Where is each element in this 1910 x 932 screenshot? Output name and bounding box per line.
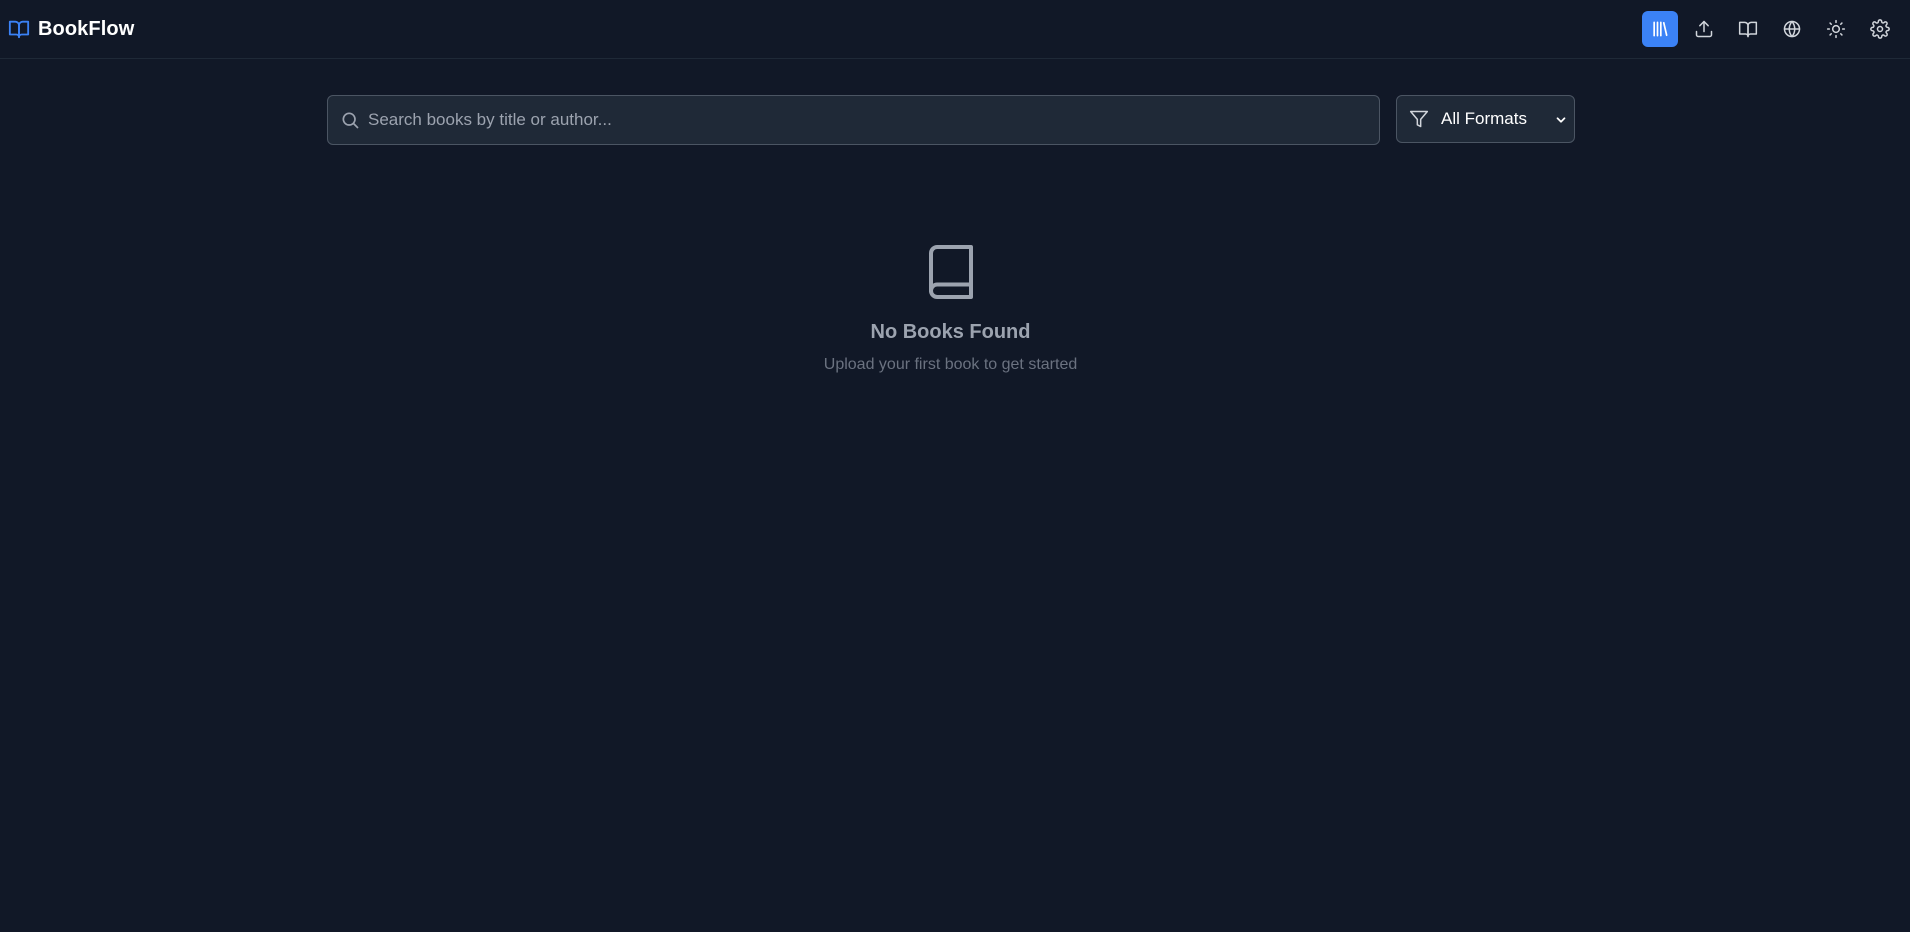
top-bar: BookFlow [0,0,1910,59]
book-open-icon [1738,19,1758,39]
gear-icon [1870,19,1890,39]
header-nav [1642,11,1898,47]
search-box [327,95,1380,145]
language-button[interactable] [1774,11,1810,47]
book-icon [921,240,981,304]
filter-icon [1409,109,1429,129]
empty-state: No Books Found Upload your first book to… [0,240,1901,374]
globe-icon [1782,19,1802,39]
book-open-logo-icon [8,18,30,40]
settings-button[interactable] [1862,11,1898,47]
upload-icon [1694,19,1714,39]
upload-button[interactable] [1686,11,1722,47]
library-toolbar: All Formats [327,95,1575,145]
search-icon [340,110,360,130]
reader-button[interactable] [1730,11,1766,47]
format-filter-value: All Formats [1441,109,1527,128]
library-icon [1650,19,1670,39]
brand[interactable]: BookFlow [8,18,134,41]
format-filter-select[interactable]: All Formats [1396,95,1575,143]
sun-icon [1826,19,1846,39]
empty-state-subtitle: Upload your first book to get started [823,356,1078,373]
library-button[interactable] [1642,11,1678,47]
app-name: BookFlow [38,17,135,40]
chevron-down-icon [1554,113,1568,127]
theme-toggle-button[interactable] [1818,11,1854,47]
empty-state-title: No Books Found [870,321,1031,343]
search-input[interactable] [328,96,1379,144]
